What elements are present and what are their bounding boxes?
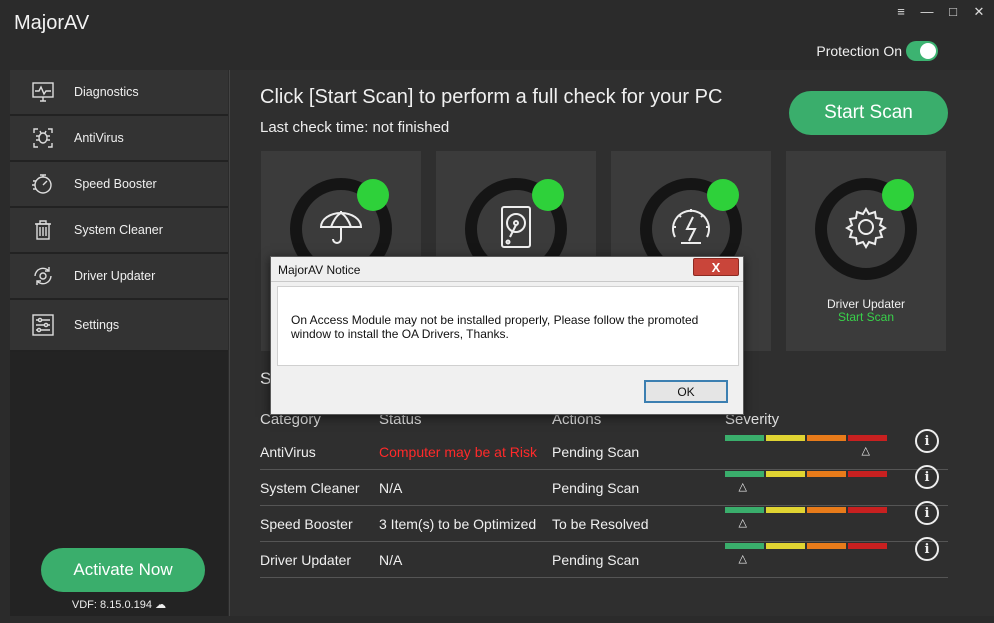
sidebar-item-label: Speed Booster: [74, 177, 157, 191]
sidebar-item-label: Settings: [74, 318, 120, 332]
last-check-time: Last check time: not finished: [260, 119, 450, 136]
close-icon[interactable]: ✕: [972, 4, 986, 20]
ok-button[interactable]: OK: [644, 380, 728, 403]
sidebar-item-settings[interactable]: Settings: [10, 300, 228, 352]
page-title: Click [Start Scan] to perform a full che…: [260, 86, 723, 108]
activate-now-button[interactable]: Activate Now: [41, 548, 205, 592]
info-icon[interactable]: i: [915, 537, 939, 561]
notice-dialog: MajorAV Notice X On Access Module may no…: [270, 256, 744, 415]
cloud-download-icon[interactable]: ☁: [155, 599, 166, 611]
protection-toggle[interactable]: [906, 41, 938, 61]
row-action: To be Resolved: [552, 516, 649, 532]
menu-icon[interactable]: ≡: [894, 4, 908, 20]
info-icon[interactable]: i: [915, 465, 939, 489]
row-status: Computer may be at Risk: [379, 444, 537, 460]
status-dot: [357, 179, 389, 211]
status-dot: [882, 179, 914, 211]
gear-icon: [842, 203, 890, 256]
maximize-icon[interactable]: □: [946, 4, 960, 20]
card-title: Driver Updater: [826, 297, 906, 311]
info-icon[interactable]: i: [915, 501, 939, 525]
card-start-scan-link[interactable]: Start Scan: [786, 310, 946, 324]
umbrella-icon: [317, 203, 365, 256]
severity-marker-icon: △: [738, 553, 747, 565]
severity-bar: [725, 435, 887, 441]
sidebar-item-label: Diagnostics: [74, 85, 139, 99]
vdf-version: VDF: 8.15.0.194 ☁: [71, 599, 167, 611]
sidebar-item-label: Driver Updater: [74, 269, 156, 283]
window-controls: ≡ — □ ✕: [894, 4, 986, 20]
sidebar-item-system-cleaner[interactable]: System Cleaner: [10, 208, 228, 254]
sidebar-item-label: AntiVirus: [74, 131, 124, 145]
row-category: Driver Updater: [260, 552, 352, 568]
row-status: N/A: [379, 480, 403, 496]
severity-bar: [725, 543, 887, 549]
table-row: AntiVirus Computer may be at Risk Pending …: [260, 429, 948, 470]
severity-bar: [725, 471, 887, 477]
dialog-message: On Access Module may not be installed pr…: [291, 313, 699, 341]
dialog-close-button[interactable]: X: [693, 258, 739, 276]
sidebar: Diagnostics AntiVirus Speed Booster Syst…: [10, 70, 228, 616]
dialog-titlebar: MajorAV Notice X: [271, 257, 743, 282]
bug-icon: [30, 125, 56, 151]
row-action: Pending Scan: [552, 552, 640, 568]
severity-bar: [725, 507, 887, 513]
severity-marker-icon: △: [738, 517, 747, 529]
table-row: System Cleaner N/A Pending Scan △ i: [260, 465, 948, 506]
sidebar-item-diagnostics[interactable]: Diagnostics: [10, 70, 228, 116]
trash-icon: [30, 217, 56, 243]
protection-label: Protection On: [816, 43, 902, 59]
gear-refresh-icon: [30, 263, 56, 289]
table-row: Speed Booster 3 Item(s) to be Optimized To…: [260, 501, 948, 542]
status-dot: [707, 179, 739, 211]
scan-card-driver-updater[interactable]: Driver Updater Start Scan: [786, 151, 946, 351]
table-row: Driver Updater N/A Pending Scan △ i: [260, 537, 948, 578]
row-category: Speed Booster: [260, 516, 353, 532]
row-action: Pending Scan: [552, 480, 640, 496]
sidebar-item-speed-booster[interactable]: Speed Booster: [10, 162, 228, 208]
row-status: 3 Item(s) to be Optimized: [379, 516, 537, 532]
row-status: N/A: [379, 552, 403, 568]
sliders-icon: [30, 312, 56, 338]
dialog-title: MajorAV Notice: [278, 263, 361, 277]
row-category: System Cleaner: [260, 480, 360, 496]
monitor-pulse-icon: [30, 79, 56, 105]
severity-marker-icon: △: [861, 445, 871, 457]
sidebar-item-label: System Cleaner: [74, 223, 163, 237]
start-scan-button[interactable]: Start Scan: [789, 91, 948, 135]
harddisk-icon: [492, 203, 540, 256]
row-action: Pending Scan: [552, 444, 640, 460]
speedometer-icon: [30, 171, 56, 197]
speed-gauge-icon: [667, 203, 715, 256]
severity-marker-icon: △: [738, 481, 747, 493]
sidebar-item-driver-updater[interactable]: Driver Updater: [10, 254, 228, 300]
minimize-icon[interactable]: —: [920, 4, 934, 20]
info-icon[interactable]: i: [915, 429, 939, 453]
sidebar-item-antivirus[interactable]: AntiVirus: [10, 116, 228, 162]
app-title: MajorAV: [14, 12, 90, 34]
row-category: AntiVirus: [260, 444, 316, 460]
status-dot: [532, 179, 564, 211]
dialog-body: On Access Module may not be installed pr…: [277, 286, 739, 366]
